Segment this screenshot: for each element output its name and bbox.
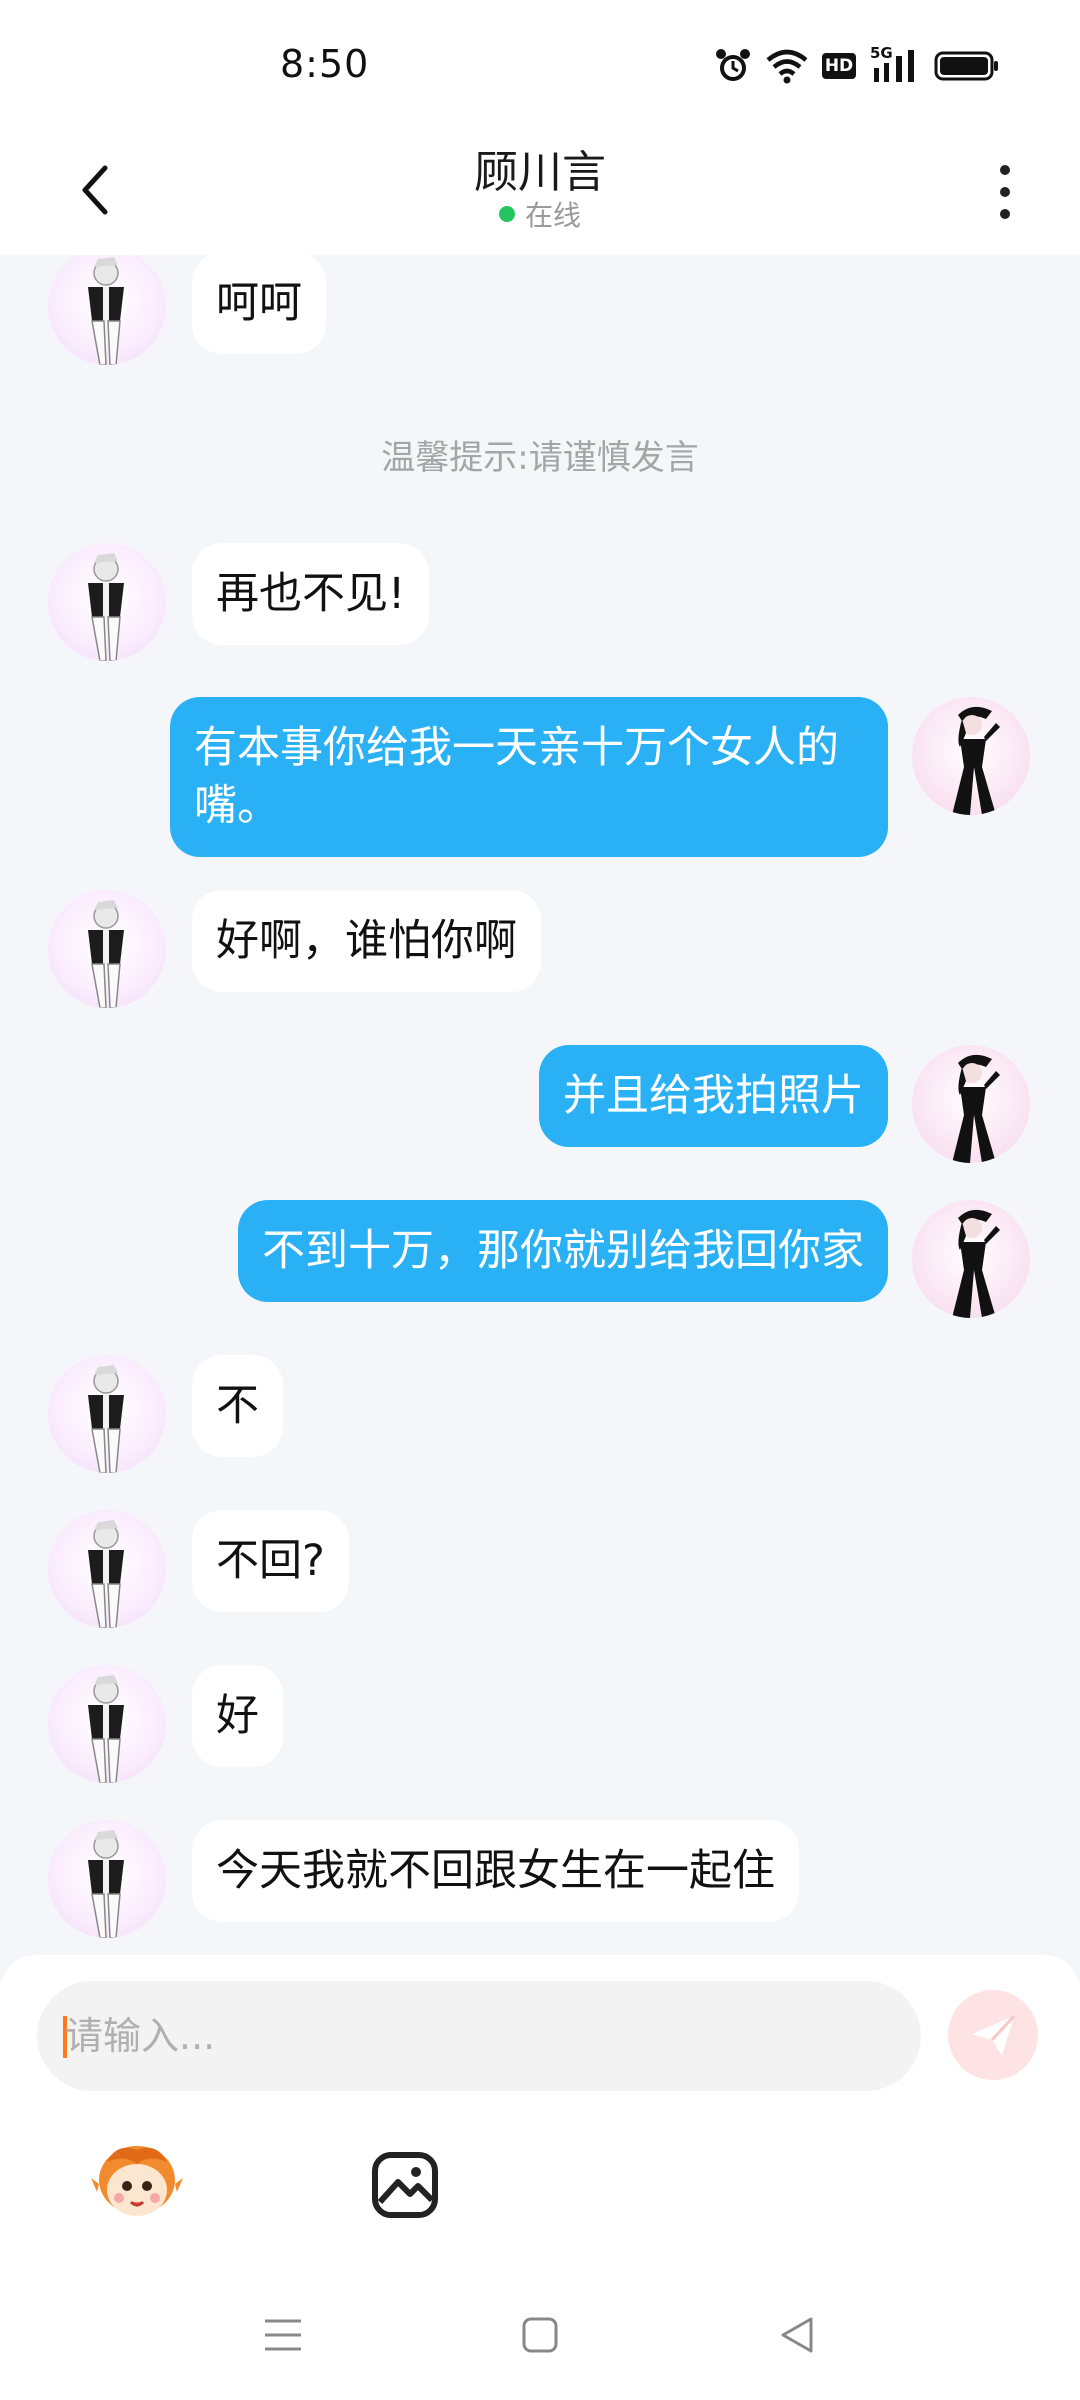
online-dot-icon — [498, 206, 515, 222]
status-bar: 8:50 HD 5G — [0, 0, 1080, 130]
image-button[interactable] — [355, 2135, 455, 2235]
alarm-icon — [714, 47, 752, 85]
send-icon — [972, 2014, 1016, 2056]
avatar-figure-icon — [88, 1520, 124, 1628]
avatar-figure-icon — [952, 706, 1000, 815]
battery-icon — [934, 50, 1000, 82]
system-nav-bar — [0, 2265, 1080, 2400]
menu-icon — [265, 2319, 301, 2351]
status-time: 8:50 — [280, 42, 370, 86]
avatar-figure-icon — [88, 1675, 124, 1783]
back-triangle-icon — [781, 2317, 813, 2353]
avatar-figure-icon — [88, 900, 124, 1008]
message-bubble[interactable]: 并且给我拍照片 — [539, 1045, 888, 1147]
message-list[interactable]: 呵呵 温馨提示:请谨慎发言 再也不见! 有本事你给我一天亲十万个女人的嘴。 好啊… — [0, 255, 1080, 1955]
message-bubble[interactable]: 好啊，谁怕你啊 — [192, 890, 541, 992]
my-avatar[interactable] — [912, 697, 1030, 815]
hd-icon: HD — [822, 53, 856, 79]
message-input-container[interactable] — [37, 1981, 921, 2091]
contact-avatar[interactable] — [48, 1355, 166, 1473]
message-bubble[interactable]: 有本事你给我一天亲十万个女人的嘴。 — [170, 697, 888, 857]
contact-avatar[interactable] — [48, 1820, 166, 1938]
avatar-figure-icon — [952, 1209, 1000, 1318]
contact-avatar[interactable] — [48, 255, 166, 365]
more-options-button[interactable] — [980, 152, 1030, 232]
my-avatar[interactable] — [912, 1045, 1030, 1163]
contact-name: 顾川言 — [474, 147, 606, 198]
contact-avatar[interactable] — [48, 1665, 166, 1783]
send-button[interactable] — [948, 1990, 1038, 2080]
message-input[interactable] — [65, 1981, 905, 2091]
avatar-figure-icon — [88, 1365, 124, 1473]
message-bubble[interactable]: 今天我就不回跟女生在一起住 — [192, 1820, 799, 1922]
image-icon — [372, 2152, 438, 2218]
my-avatar[interactable] — [912, 1200, 1030, 1318]
message-bubble[interactable]: 呵呵 — [192, 255, 326, 354]
avatar-figure-icon — [88, 553, 124, 661]
message-bubble[interactable]: 不到十万，那你就别给我回你家 — [238, 1200, 888, 1302]
wifi-icon — [766, 48, 808, 84]
avatar-figure-icon — [88, 257, 124, 365]
chat-warning-tip: 温馨提示:请谨慎发言 — [381, 438, 699, 478]
message-bubble[interactable]: 好 — [192, 1665, 283, 1767]
message-bubble[interactable]: 不回? — [192, 1510, 349, 1612]
avatar-figure-icon — [952, 1054, 1000, 1163]
contact-avatar[interactable] — [48, 1510, 166, 1628]
chat-header: 顾川言 在线 — [0, 130, 1080, 255]
message-bubble[interactable]: 再也不见! — [192, 543, 430, 645]
signal-icon: 5G — [870, 44, 920, 86]
composer-panel — [0, 1955, 1080, 2265]
home-icon — [522, 2317, 558, 2353]
presence-status: 在线 — [0, 194, 1080, 234]
online-status-text: 在线 — [524, 199, 581, 232]
contact-avatar[interactable] — [48, 543, 166, 661]
sticker-button[interactable] — [87, 2135, 187, 2235]
emoji-sticker-icon — [91, 2146, 183, 2216]
nav-back-button[interactable] — [762, 2305, 832, 2365]
avatar-figure-icon — [88, 1830, 124, 1938]
more-vertical-icon — [1000, 165, 1010, 175]
contact-avatar[interactable] — [48, 890, 166, 1008]
status-icons: HD 5G — [714, 44, 1000, 88]
nav-home-button[interactable] — [505, 2305, 575, 2365]
nav-menu-button[interactable] — [248, 2305, 318, 2365]
message-bubble[interactable]: 不 — [192, 1355, 283, 1457]
